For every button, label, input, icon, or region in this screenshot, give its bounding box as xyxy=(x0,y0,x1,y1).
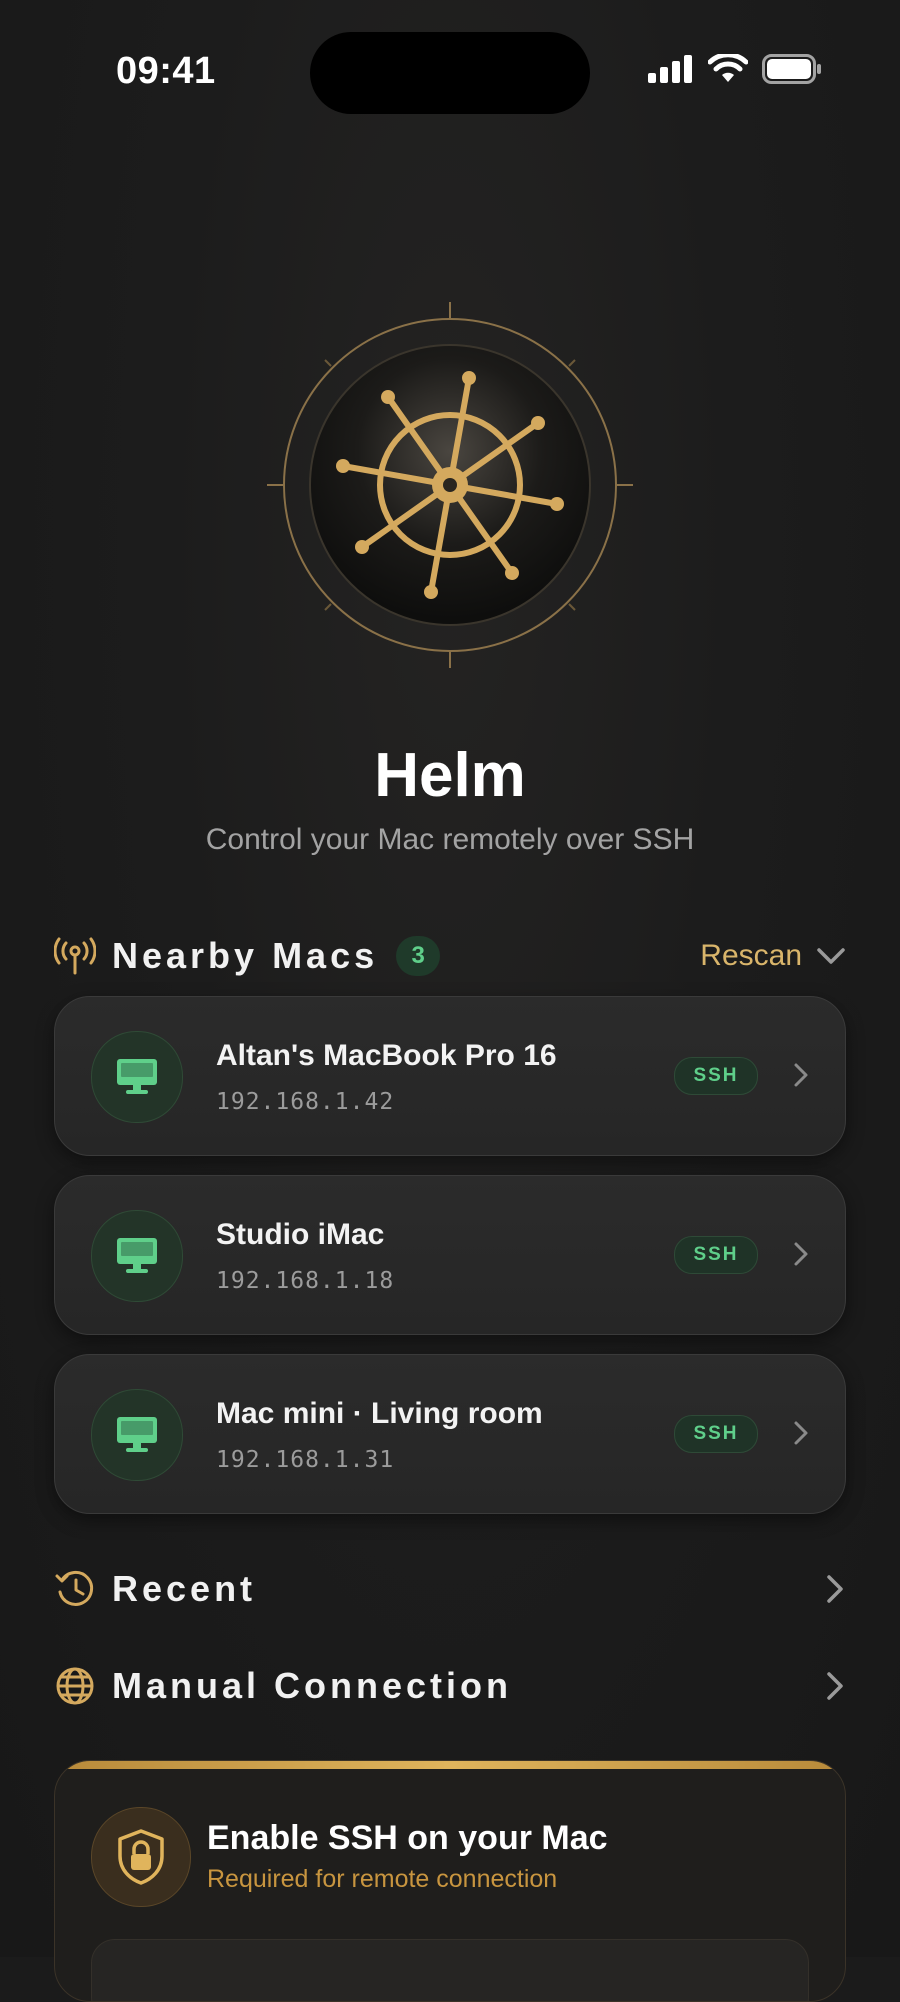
device-name: Studio iMac xyxy=(216,1218,385,1251)
enable-ssh-title: Enable SSH on your Mac xyxy=(207,1819,608,1857)
history-icon xyxy=(54,1568,96,1610)
rescan-button[interactable]: Rescan xyxy=(700,939,846,973)
antenna-icon xyxy=(54,935,96,977)
enable-ssh-card[interactable]: Enable SSH on your Mac Required for remo… xyxy=(54,1760,846,2002)
device-ip: 192.168.1.18 xyxy=(216,1268,395,1294)
device-card[interactable]: Studio iMac 192.168.1.18 SSH xyxy=(54,1175,846,1335)
ssh-badge: SSH xyxy=(674,1057,758,1095)
recent-title: Recent xyxy=(112,1568,257,1609)
dynamic-island xyxy=(310,32,590,114)
device-card[interactable]: Altan's MacBook Pro 16 192.168.1.42 SSH xyxy=(54,996,846,1156)
status-icons xyxy=(648,54,822,84)
app-screen: 09:41 Helm Control your Mac remotely ove… xyxy=(0,0,900,2002)
manual-connection-title: Manual Connection xyxy=(112,1665,512,1706)
device-card[interactable]: Mac mini · Living room 192.168.1.31 SSH xyxy=(54,1354,846,1514)
signal-icon xyxy=(648,55,692,83)
ssh-badge: SSH xyxy=(674,1415,758,1453)
nearby-count-badge: 3 xyxy=(396,936,441,976)
nearby-title: Nearby Macs xyxy=(112,935,379,976)
chevron-right-icon xyxy=(794,1421,808,1445)
app-subtitle: Control your Mac remotely over SSH xyxy=(205,823,695,856)
chevron-right-icon xyxy=(827,1575,843,1603)
rescan-label: Rescan xyxy=(700,939,802,972)
nearby-section-header: Nearby Macs 3 Rescan xyxy=(54,933,846,979)
device-ip: 192.168.1.42 xyxy=(216,1089,395,1115)
monitor-icon xyxy=(91,1031,183,1123)
app-title: Helm xyxy=(374,741,526,810)
enable-ssh-subtitle: Required for remote connection xyxy=(207,1865,558,1893)
manual-connection-row[interactable]: Manual Connection xyxy=(54,1663,846,1709)
chevron-down-icon xyxy=(817,948,845,964)
helm-wheel-icon xyxy=(267,302,633,668)
device-ip: 192.168.1.31 xyxy=(216,1447,395,1473)
card-accent-bar xyxy=(55,1761,845,1769)
chevron-right-icon xyxy=(827,1672,843,1700)
device-name: Mac mini · Living room xyxy=(216,1397,543,1430)
lock-shield-icon xyxy=(91,1807,191,1907)
ssh-badge: SSH xyxy=(674,1236,758,1274)
monitor-icon xyxy=(91,1389,183,1481)
recent-row[interactable]: Recent xyxy=(54,1566,846,1612)
device-name: Altan's MacBook Pro 16 xyxy=(216,1039,557,1072)
monitor-icon xyxy=(91,1210,183,1302)
wifi-icon xyxy=(708,54,748,82)
globe-icon xyxy=(54,1665,96,1707)
chevron-right-icon xyxy=(794,1242,808,1266)
battery-icon xyxy=(762,54,821,84)
status-time: 09:41 xyxy=(116,50,216,92)
instructions-panel xyxy=(91,1939,809,2001)
chevron-right-icon xyxy=(794,1063,808,1087)
